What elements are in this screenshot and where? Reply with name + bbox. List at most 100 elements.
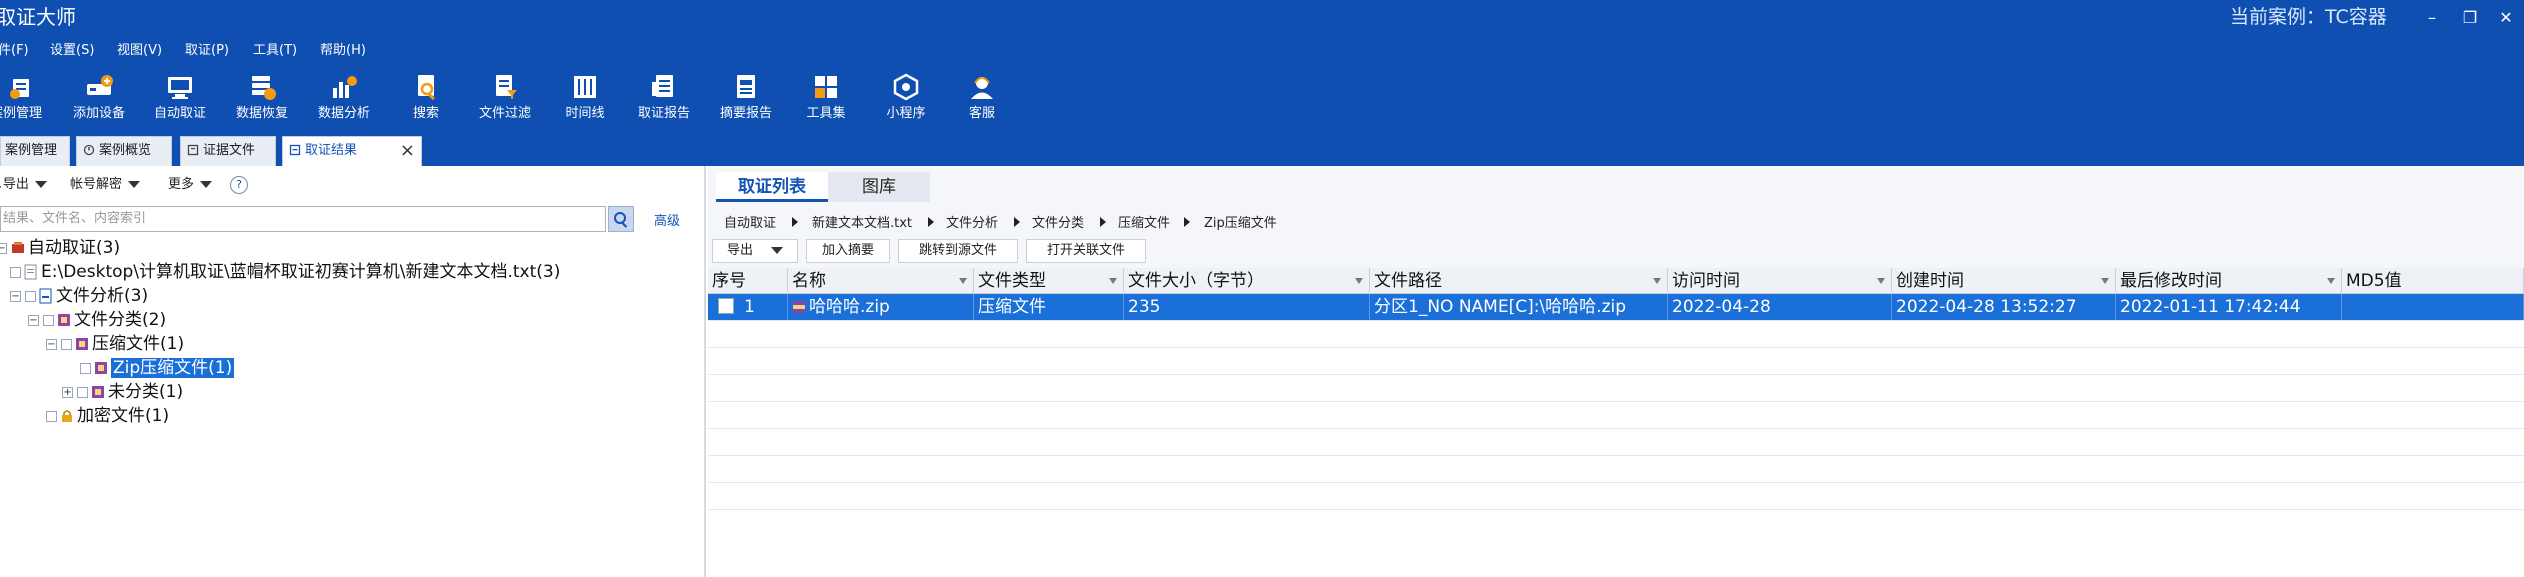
- tab-evidence-files[interactable]: 证据文件: [180, 136, 276, 166]
- tree-node-unclassified[interactable]: + 未分类(1): [62, 380, 183, 404]
- cell-accessed: 2022-04-28: [1668, 294, 1892, 320]
- toolbar-summary-report-button[interactable]: 摘要报告: [706, 70, 786, 132]
- breadcrumb-item[interactable]: 文件分析: [946, 212, 998, 231]
- chevron-down-icon: [200, 181, 213, 188]
- empty-row: [708, 402, 2524, 429]
- close-window-button[interactable]: ✕: [2488, 2, 2524, 34]
- timeline-icon: [574, 76, 596, 98]
- unclassified-icon: [92, 386, 104, 398]
- menu-tools[interactable]: 工具(T): [253, 36, 297, 66]
- column-header-md5[interactable]: MD5值: [2342, 268, 2524, 294]
- tree-node-evidence-file[interactable]: E:\Desktop\计算机取证\蓝帽杯取证初赛计算机\新建文本文档.txt(3…: [10, 260, 560, 284]
- checkbox[interactable]: [61, 338, 72, 350]
- search-input[interactable]: 结果、文件名、内容索引: [0, 206, 606, 232]
- tab-case-overview[interactable]: 案例概览: [76, 136, 172, 166]
- tab-case-management[interactable]: 案例管理: [0, 136, 70, 166]
- chevron-down-icon: [771, 247, 783, 254]
- toolbar-customer-service-button[interactable]: 客服: [942, 70, 1022, 132]
- breadcrumb-item[interactable]: 自动取证: [724, 212, 776, 231]
- filter-icon[interactable]: [2327, 278, 2335, 284]
- tab-forensics-results[interactable]: 取证结果 ×: [282, 136, 422, 166]
- filter-icon[interactable]: [1109, 278, 1117, 284]
- tree-node-compressed-files[interactable]: − 压缩文件(1): [46, 332, 184, 356]
- app-title: 取证大师: [0, 5, 76, 29]
- export-dropdown[interactable]: ↖导出: [0, 174, 47, 196]
- filter-icon[interactable]: [1877, 278, 1885, 284]
- toolbar-timeline-button[interactable]: 时间线: [545, 70, 625, 132]
- filter-icon[interactable]: [1355, 278, 1363, 284]
- column-header-file-path[interactable]: 文件路径: [1370, 268, 1668, 294]
- chevron-down-icon: [34, 181, 47, 188]
- toolbar-case-management-button[interactable]: 案例管理: [0, 70, 56, 132]
- toolbar-data-recovery-button[interactable]: 数据恢复: [222, 70, 302, 132]
- row-checkbox[interactable]: [718, 297, 734, 314]
- column-header-file-size[interactable]: 文件大小（字节）: [1124, 268, 1370, 294]
- toolbar-auto-forensics-button[interactable]: 自动取证: [140, 70, 220, 132]
- document-tabs: 案例管理 案例概览 证据文件 取证结果 ×: [0, 134, 2524, 166]
- checkbox[interactable]: [77, 386, 88, 398]
- search-button[interactable]: [608, 206, 634, 232]
- close-tab-icon[interactable]: ×: [400, 137, 415, 165]
- add-digest-button[interactable]: 加入摘要: [806, 239, 890, 263]
- breadcrumb-item[interactable]: Zip压缩文件: [1204, 212, 1277, 231]
- filter-icon[interactable]: [959, 278, 967, 284]
- toolbar-data-analysis-button[interactable]: 数据分析: [304, 70, 384, 132]
- breadcrumb-arrow-icon: [792, 217, 798, 227]
- breadcrumb-item[interactable]: 压缩文件: [1118, 212, 1170, 231]
- breadcrumb-item[interactable]: 文件分类: [1032, 212, 1084, 231]
- breadcrumb-item[interactable]: 新建文本文档.txt: [812, 212, 912, 231]
- column-header-index[interactable]: 序号: [708, 268, 788, 294]
- results-tree: − 自动取证(3) E:\Desktop\计算机取证\蓝帽杯取证初赛计算机\新建文…: [0, 236, 706, 576]
- tab-forensics-list[interactable]: 取证列表: [716, 172, 828, 202]
- menu-forensics[interactable]: 取证(P): [185, 36, 229, 66]
- collapse-icon[interactable]: −: [10, 290, 21, 302]
- checkbox[interactable]: [25, 290, 36, 302]
- jump-to-source-button[interactable]: 跳转到源文件: [898, 239, 1018, 263]
- table-row[interactable]: 1 哈哈哈.zip 压缩文件 235 分区1_NO NAME[C]:\哈哈哈.z…: [708, 294, 2524, 321]
- export-button[interactable]: 导出: [712, 239, 798, 263]
- filter-icon[interactable]: [2101, 278, 2109, 284]
- checkbox[interactable]: [46, 410, 57, 422]
- toolbar-search-button[interactable]: 搜索: [386, 70, 466, 132]
- toolbar-file-filter-button[interactable]: 文件过滤: [465, 70, 545, 132]
- checkbox[interactable]: [10, 266, 21, 278]
- tree-node-file-analysis[interactable]: − 文件分析(3): [10, 284, 148, 308]
- tree-node-encrypted-files[interactable]: 加密文件(1): [46, 404, 169, 428]
- tree-node-zip-files[interactable]: Zip压缩文件(1): [80, 356, 235, 380]
- open-related-file-button[interactable]: 打开关联文件: [1026, 239, 1146, 263]
- breadcrumb-arrow-icon: [1184, 217, 1190, 227]
- overview-icon: [83, 144, 95, 155]
- column-header-accessed[interactable]: 访问时间: [1668, 268, 1892, 294]
- chevron-down-icon: [128, 181, 141, 188]
- tree-node-file-classification[interactable]: − 文件分类(2): [28, 308, 166, 332]
- tree-node-auto-forensics[interactable]: − 自动取证(3): [0, 236, 120, 260]
- filter-icon[interactable]: [1653, 278, 1661, 284]
- checkbox[interactable]: [80, 362, 91, 374]
- account-decrypt-dropdown[interactable]: 帐号解密: [70, 174, 141, 196]
- menu-help[interactable]: 帮助(H): [320, 36, 366, 66]
- more-dropdown[interactable]: 更多: [168, 174, 213, 196]
- minimize-button[interactable]: –: [2414, 2, 2450, 34]
- toolbar-toolset-button[interactable]: 工具集: [786, 70, 866, 132]
- tab-gallery[interactable]: 图库: [828, 172, 930, 202]
- current-case-label: 当前案例：TC容器: [2230, 6, 2387, 28]
- menu-view[interactable]: 视图(V): [117, 36, 162, 66]
- collapse-icon[interactable]: −: [46, 338, 57, 350]
- toolbar-mini-program-button[interactable]: 小程序: [866, 70, 946, 132]
- column-header-created[interactable]: 创建时间: [1892, 268, 2116, 294]
- empty-row: [708, 483, 2524, 510]
- advanced-search-link[interactable]: 高级: [654, 210, 680, 229]
- column-header-name[interactable]: 名称: [788, 268, 974, 294]
- column-header-modified[interactable]: 最后修改时间: [2116, 268, 2342, 294]
- restore-button[interactable]: ❐: [2452, 2, 2488, 34]
- expand-icon[interactable]: +: [62, 386, 73, 398]
- help-icon[interactable]: ?: [230, 176, 248, 194]
- checkbox[interactable]: [43, 314, 54, 326]
- menu-file[interactable]: 件(F): [0, 36, 29, 66]
- collapse-icon[interactable]: −: [28, 314, 39, 326]
- menu-settings[interactable]: 设置(S): [50, 36, 94, 66]
- collapse-icon[interactable]: −: [0, 242, 7, 254]
- column-header-file-type[interactable]: 文件类型: [974, 268, 1124, 294]
- toolbar-forensics-report-button[interactable]: 取证报告: [624, 70, 704, 132]
- toolbar-add-device-button[interactable]: 添加设备: [59, 70, 139, 132]
